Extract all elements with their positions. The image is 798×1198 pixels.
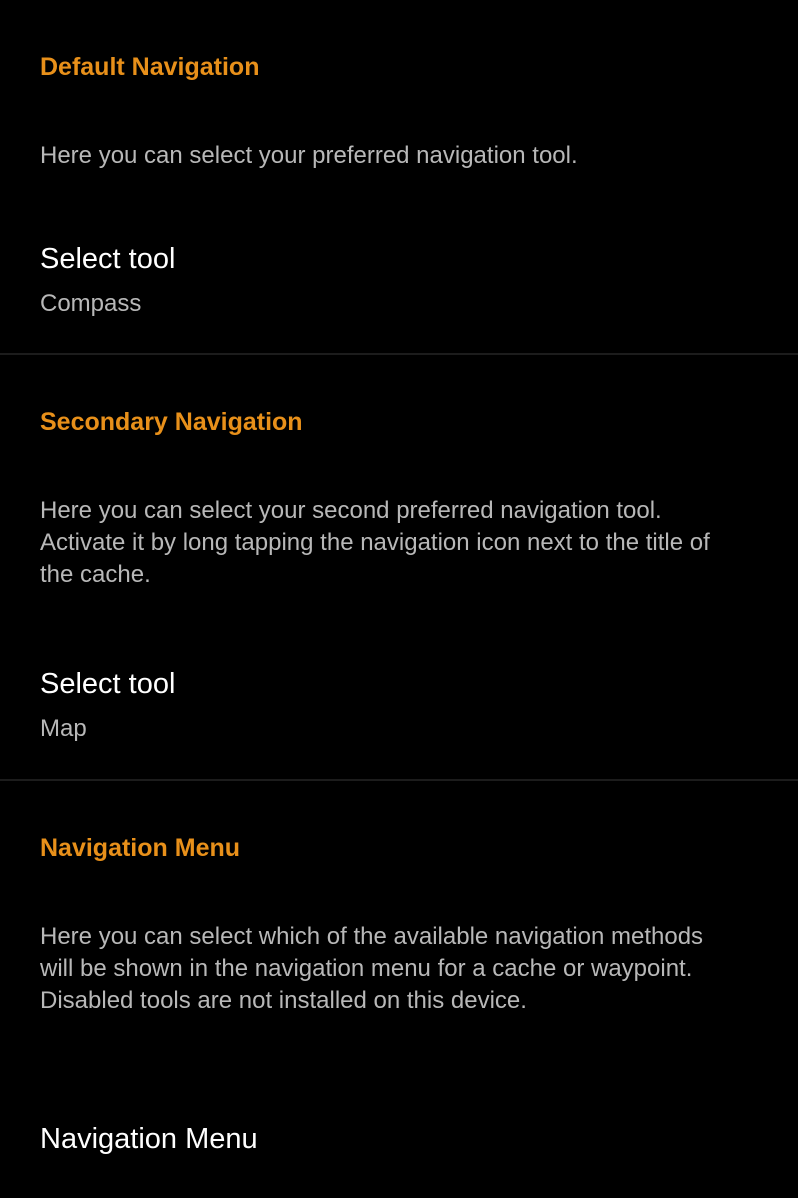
section-description: Here you can select which of the availab… — [40, 923, 704, 1014]
secondary-tool-preference[interactable]: Select tool Map — [0, 650, 798, 778]
navigation-menu-section: Navigation Menu Here you can select whic… — [0, 781, 798, 1194]
secondary-navigation-section: Secondary Navigation Here you can select… — [0, 355, 798, 781]
section-description: Here you can select your preferred navig… — [40, 142, 578, 169]
settings-screen: Default Navigation Here you can select y… — [0, 0, 798, 1198]
section-header-navigation-menu: Navigation Menu — [40, 834, 241, 862]
preference-title: Select tool — [40, 668, 176, 700]
preference-summary: Compass — [40, 290, 142, 317]
section-header-secondary-navigation: Secondary Navigation — [40, 408, 303, 436]
preference-title: Select tool — [40, 243, 176, 275]
preference-summary: Map — [40, 715, 87, 742]
default-navigation-section: Default Navigation Here you can select y… — [0, 0, 798, 355]
default-tool-preference[interactable]: Select tool Compass — [0, 225, 798, 353]
section-description: Here you can select your second preferre… — [40, 497, 710, 588]
navigation-menu-preference[interactable]: Navigation Menu — [0, 1111, 798, 1191]
preference-title: Navigation Menu — [40, 1123, 258, 1155]
section-header-default-navigation: Default Navigation — [40, 53, 260, 81]
